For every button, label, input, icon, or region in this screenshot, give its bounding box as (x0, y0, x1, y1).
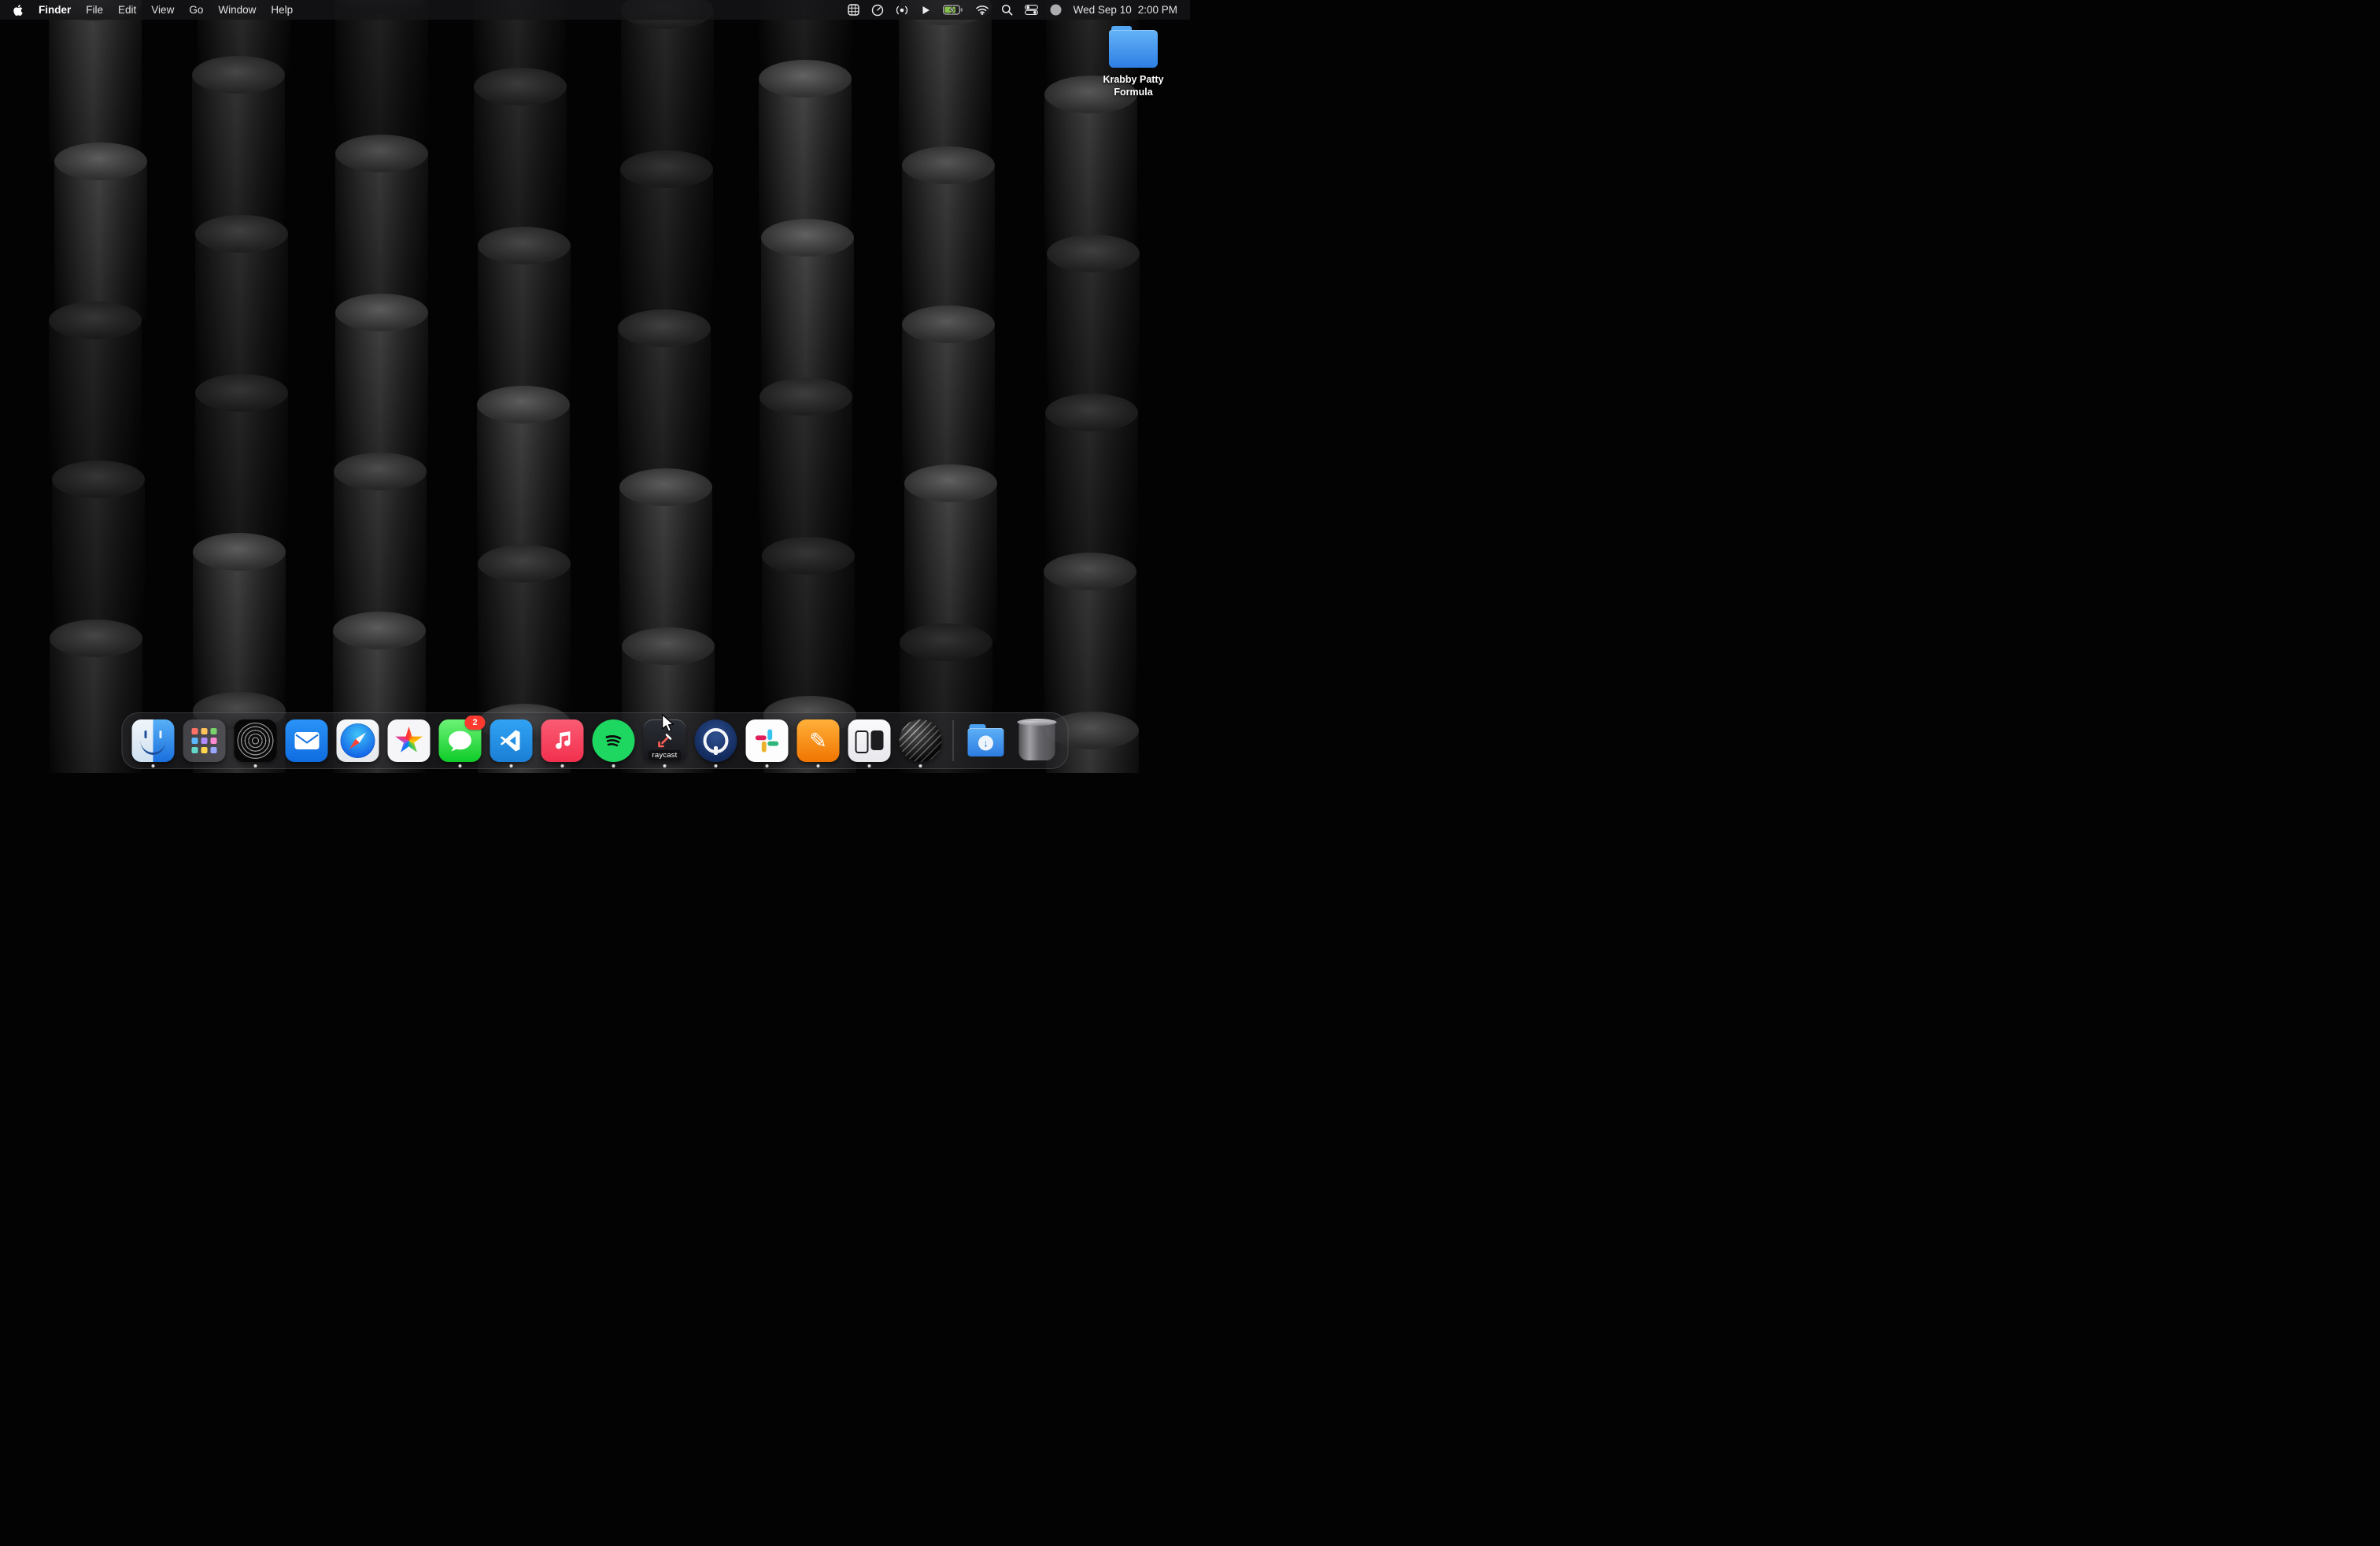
dock-launchpad[interactable] (183, 719, 226, 762)
menubar-status-area: Wed Sep 10 2:00 PM (848, 4, 1177, 17)
raycast-label: raycast (648, 750, 681, 760)
running-indicator (919, 764, 922, 767)
running-indicator (766, 764, 769, 767)
app-grid-icon[interactable] (848, 4, 859, 16)
dock: 2 raycast (122, 712, 1069, 769)
rings-app-icon (235, 719, 277, 762)
spotlight-icon[interactable] (1001, 4, 1013, 16)
iphone-mirroring-icon (848, 719, 891, 762)
menu-bar: Finder File Edit View Go Window Help (0, 0, 1190, 20)
gauge-icon[interactable] (871, 4, 884, 17)
menu-edit[interactable]: Edit (118, 4, 136, 16)
dock-safari[interactable] (337, 719, 379, 762)
speech-bubble-glyph (448, 729, 473, 753)
desktop: Finder File Edit View Go Window Help (0, 0, 1190, 773)
now-playing-icon[interactable] (920, 5, 931, 16)
dock-slack[interactable] (746, 719, 789, 762)
running-indicator (868, 764, 871, 767)
running-indicator (612, 764, 615, 767)
spotify-waves-glyph (601, 727, 627, 754)
dock-divider (953, 720, 954, 761)
vscode-icon (490, 719, 533, 762)
download-arrow-icon (978, 736, 993, 751)
finder-eye-right (160, 730, 162, 738)
striped-sphere-app-icon (900, 719, 942, 762)
raycast-glyph (656, 731, 674, 750)
apple-menu-icon[interactable] (13, 4, 24, 17)
wifi-icon[interactable] (975, 5, 989, 15)
menubar-app-name[interactable]: Finder (39, 4, 71, 16)
dock-iphone-mirroring[interactable] (848, 719, 891, 762)
control-center-icon[interactable] (1025, 5, 1038, 15)
menubar-time: 2:00 PM (1138, 4, 1177, 16)
menubar-clock[interactable]: Wed Sep 10 2:00 PM (1074, 4, 1177, 16)
music-icon (541, 719, 584, 762)
menu-view[interactable]: View (151, 4, 174, 16)
dock-striped-sphere-app[interactable] (900, 719, 942, 762)
running-indicator (510, 764, 513, 767)
menubar-date: Wed Sep 10 (1074, 4, 1132, 16)
dock-downloads-folder[interactable] (965, 719, 1007, 762)
spotify-icon (593, 719, 635, 762)
running-indicator (715, 764, 718, 767)
dock-zed[interactable] (797, 719, 840, 762)
running-indicator (663, 764, 667, 767)
profile-circle-icon[interactable] (1050, 4, 1062, 16)
zed-icon (797, 719, 840, 762)
downloads-folder-icon (965, 719, 1007, 762)
slack-icon (746, 719, 789, 762)
dock-music[interactable] (541, 719, 584, 762)
desktop-folder-krabby-patty[interactable]: Krabby Patty Formula (1088, 30, 1179, 99)
dock-raycast[interactable]: raycast (644, 719, 686, 762)
wallpaper (0, 0, 1190, 773)
dock-spotify[interactable] (593, 719, 635, 762)
dock-messages[interactable]: 2 (439, 719, 482, 762)
audio-waves-icon[interactable] (896, 4, 908, 17)
running-indicator (254, 764, 257, 767)
1password-icon (695, 719, 737, 762)
dock-mail[interactable] (286, 719, 328, 762)
menu-go[interactable]: Go (189, 4, 203, 16)
finder-eye-left (145, 730, 147, 738)
dock-finder[interactable] (132, 719, 175, 762)
music-note-glyph (552, 730, 574, 752)
launchpad-grid (192, 728, 217, 753)
notification-badge: 2 (465, 716, 486, 730)
envelope-glyph (294, 732, 319, 749)
dock-vscode[interactable] (490, 719, 533, 762)
dock-1password[interactable] (695, 719, 737, 762)
running-indicator (817, 764, 820, 767)
running-indicator (459, 764, 462, 767)
mail-icon (286, 719, 328, 762)
launchpad-icon (183, 719, 226, 762)
dock-trash[interactable] (1016, 719, 1059, 762)
folder-label: Krabby Patty Formula (1088, 73, 1179, 99)
running-indicator (152, 764, 155, 767)
finder-icon (132, 719, 175, 762)
folder-icon (1109, 30, 1158, 68)
dock-color-star-app[interactable] (388, 719, 431, 762)
slack-glyph (755, 728, 780, 753)
battery-charging-icon[interactable] (943, 5, 963, 15)
folder-body (1109, 30, 1158, 68)
menu-help[interactable]: Help (271, 4, 293, 16)
dock-rings-app[interactable] (235, 719, 277, 762)
menu-file[interactable]: File (86, 4, 103, 16)
safari-icon (337, 719, 379, 762)
vscode-glyph (498, 727, 525, 754)
color-star-app-icon (388, 719, 431, 762)
menu-window[interactable]: Window (218, 4, 256, 16)
menubar-menus: Finder File Edit View Go Window Help (13, 4, 293, 17)
trash-icon (1019, 721, 1055, 760)
running-indicator (561, 764, 564, 767)
